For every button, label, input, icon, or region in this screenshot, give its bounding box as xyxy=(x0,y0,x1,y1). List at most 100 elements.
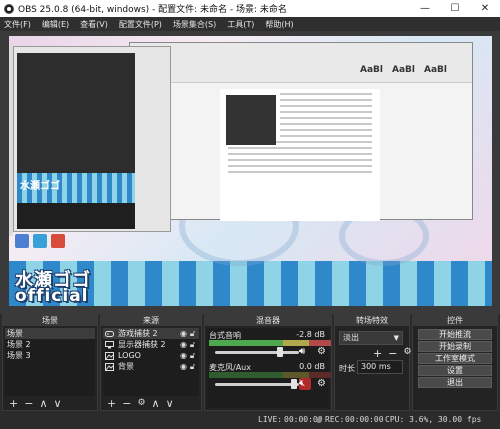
scenes-list: 场景 场景 2 场景 3 xyxy=(5,328,95,396)
sources-dock: 来源 游戏捕获 2 ◉ 🔓︎ 显示器捕获 2 ◉ 🔓︎ LOGO ◉ 🔓︎ 背景… xyxy=(100,314,202,411)
source-item[interactable]: 游戏捕获 2 ◉ 🔓︎ xyxy=(103,328,199,339)
maximize-button[interactable]: ☐ xyxy=(440,0,470,17)
menu-help[interactable]: 帮助(H) xyxy=(265,19,293,30)
source-item[interactable]: 显示器捕获 2 ◉ 🔓︎ xyxy=(103,339,199,350)
brand-subtitle: official xyxy=(15,286,89,306)
lock-icon[interactable]: 🔓︎ xyxy=(188,362,197,372)
image-icon xyxy=(105,351,114,360)
nested-preview xyxy=(17,53,135,173)
move-up-button[interactable]: ∧ xyxy=(152,397,160,410)
volume-meter xyxy=(209,340,331,346)
scene-item[interactable]: 场景 3 xyxy=(5,350,95,361)
controls-buttons: 开始推流 开始录制 工作室模式 设置 退出 xyxy=(413,328,497,388)
source-item[interactable]: LOGO ◉ 🔓︎ xyxy=(103,350,199,361)
remove-source-button[interactable]: − xyxy=(122,397,131,410)
transition-select[interactable]: 淡出 ▼ xyxy=(339,331,403,345)
volume-meter xyxy=(209,372,331,378)
lock-icon[interactable]: 🔓︎ xyxy=(188,351,197,361)
scenes-header: 场景 xyxy=(3,315,97,326)
gamepad-icon xyxy=(105,330,114,338)
menu-edit[interactable]: 编辑(E) xyxy=(42,19,69,30)
nested-docks xyxy=(17,203,135,229)
nested-obs-capture: 水瀬ゴゴ xyxy=(13,46,171,232)
mixer-track: 台式音响 -2.8 dB 🔊︎ ⚙ xyxy=(207,330,331,360)
close-button[interactable]: ✕ xyxy=(470,0,500,17)
volume-slider[interactable] xyxy=(215,351,299,354)
sources-header: 来源 xyxy=(101,315,201,326)
live-label: LIVE: xyxy=(258,415,283,424)
mixer-track: 麦克风/Aux 0.0 dB 🔇︎ ⚙ xyxy=(207,362,331,392)
visibility-eye-icon[interactable]: ◉ xyxy=(179,340,188,349)
add-source-button[interactable]: + xyxy=(107,397,116,410)
visibility-eye-icon[interactable]: ◉ xyxy=(179,362,188,371)
track-db: 0.0 dB xyxy=(299,362,325,371)
menu-bar: 文件(F) 编辑(E) 查看(V) 配置文件(P) 场景集合(S) 工具(T) … xyxy=(0,17,500,31)
move-up-button[interactable]: ∧ xyxy=(39,397,47,410)
start-recording-button[interactable]: 开始录制 xyxy=(418,341,492,352)
remove-scene-button[interactable]: − xyxy=(24,397,33,410)
transition-gear-icon[interactable]: ⚙ xyxy=(403,347,411,360)
muted-speaker-icon[interactable]: 🔇︎ xyxy=(299,378,311,390)
desktop-app-icon xyxy=(33,234,47,248)
visibility-eye-icon[interactable]: ◉ xyxy=(179,329,188,338)
chevron-down-icon: ▼ xyxy=(393,334,399,342)
lock-icon[interactable]: 🔓︎ xyxy=(188,340,197,350)
source-label: 显示器捕获 2 xyxy=(118,340,166,349)
controls-header: 控件 xyxy=(413,315,497,326)
sources-list: 游戏捕获 2 ◉ 🔓︎ 显示器捕获 2 ◉ 🔓︎ LOGO ◉ 🔓︎ 背景 ◉ … xyxy=(103,328,199,396)
monitor-icon xyxy=(105,340,114,349)
track-gear-icon[interactable]: ⚙ xyxy=(317,378,326,389)
style-preview: AaBl xyxy=(424,65,447,75)
rec-time: 00:00:00 xyxy=(345,415,384,424)
menu-profile[interactable]: 配置文件(P) xyxy=(119,19,162,30)
document-page xyxy=(220,89,380,221)
remove-transition-button[interactable]: − xyxy=(388,347,397,360)
desktop-app-icon xyxy=(51,234,65,248)
lock-icon[interactable]: 🔓︎ xyxy=(188,329,197,339)
transitions-dock: 转场特效 淡出 ▼ + − ⚙ 时长 300 ms xyxy=(334,314,412,411)
menu-file[interactable]: 文件(F) xyxy=(4,19,31,30)
minimize-button[interactable]: — xyxy=(410,0,440,17)
track-db: -2.8 dB xyxy=(296,330,325,339)
preview-area: AaBl AaBl AaBl 水瀬ゴゴ 水瀬ゴゴ official xyxy=(0,31,500,314)
scene-item[interactable]: 场景 xyxy=(5,328,95,339)
move-down-button[interactable]: ∨ xyxy=(166,397,174,410)
menu-tools[interactable]: 工具(T) xyxy=(227,19,254,30)
desktop-app-icon xyxy=(15,234,29,248)
dock-area: 场景 场景 场景 2 场景 3 + − ∧ ∨ 来源 游戏捕获 2 ◉ 🔓︎ 显… xyxy=(0,314,500,411)
move-down-button[interactable]: ∨ xyxy=(54,397,62,410)
volume-slider-knob[interactable] xyxy=(277,347,283,357)
mixer-body: 台式音响 -2.8 dB 🔊︎ ⚙ 麦克风/Aux 0.0 dB 🔇︎ ⚙ xyxy=(207,328,331,408)
cpu-fps: CPU: 3.6%, 30.00 fps xyxy=(385,415,482,424)
captured-document-window: AaBl AaBl AaBl xyxy=(129,42,473,221)
duration-input[interactable]: 300 ms xyxy=(357,360,403,374)
source-item[interactable]: 背景 ◉ 🔓︎ xyxy=(103,361,199,372)
volume-slider[interactable] xyxy=(215,383,299,386)
add-scene-button[interactable]: + xyxy=(9,397,18,410)
visibility-eye-icon[interactable]: ◉ xyxy=(179,351,188,360)
source-label: LOGO xyxy=(118,351,141,360)
nested-brand: 水瀬ゴゴ xyxy=(20,181,60,192)
rec-label: REC: xyxy=(325,415,345,424)
studio-mode-button[interactable]: 工作室模式 xyxy=(418,353,492,364)
style-preview: AaBl xyxy=(360,65,383,75)
status-bar: LIVE: 00:00:00 REC: 00:00:00 CPU: 3.6%, … xyxy=(0,411,500,429)
scene-item[interactable]: 场景 2 xyxy=(5,339,95,350)
menu-view[interactable]: 查看(V) xyxy=(80,19,108,30)
settings-button[interactable]: 设置 xyxy=(418,365,492,376)
volume-slider-knob[interactable] xyxy=(291,379,297,389)
speaker-icon[interactable]: 🔊︎ xyxy=(299,346,311,358)
source-properties-gear-icon[interactable]: ⚙ xyxy=(137,398,145,408)
add-transition-button[interactable]: + xyxy=(373,347,382,360)
mixer-header: 混音器 xyxy=(205,315,331,326)
embedded-obs-screenshot xyxy=(226,95,276,145)
track-gear-icon[interactable]: ⚙ xyxy=(317,346,326,357)
sources-toolbar: + − ⚙ ∧ ∨ xyxy=(103,396,199,410)
document-ribbon: AaBl AaBl AaBl xyxy=(130,43,472,83)
style-preview: AaBl xyxy=(392,65,415,75)
start-streaming-button[interactable]: 开始推流 xyxy=(418,329,492,340)
rec-dot-icon xyxy=(316,417,322,423)
preview-canvas[interactable]: AaBl AaBl AaBl 水瀬ゴゴ 水瀬ゴゴ official xyxy=(9,36,492,306)
exit-button[interactable]: 退出 xyxy=(418,377,492,388)
menu-scene-collection[interactable]: 场景集合(S) xyxy=(173,19,216,30)
